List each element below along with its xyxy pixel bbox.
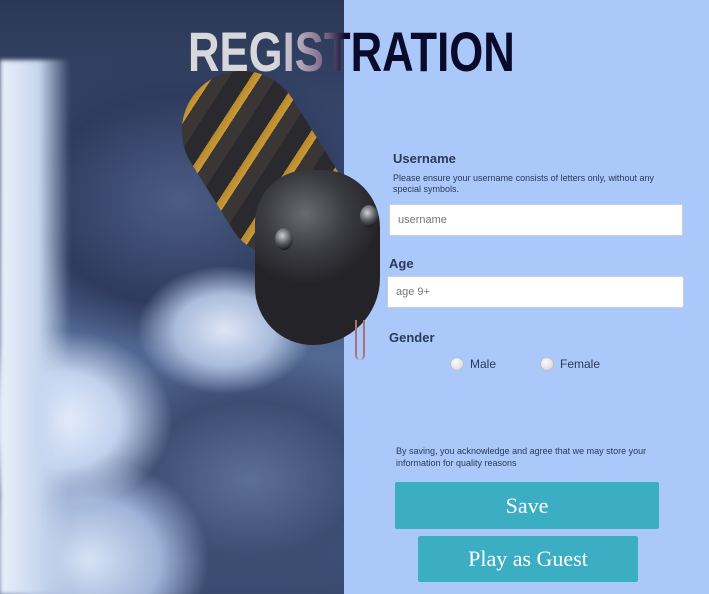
snake-tongue	[355, 320, 365, 360]
snake-eye-left	[275, 228, 293, 250]
snake-eye-right	[360, 205, 378, 227]
gender-option-male-label: Male	[470, 357, 497, 371]
radio-button-icon[interactable]	[540, 357, 554, 371]
play-as-guest-button[interactable]: Play as Guest	[418, 536, 638, 582]
save-button[interactable]: Save	[395, 482, 659, 529]
username-label: Username	[393, 151, 456, 166]
radio-button-icon[interactable]	[450, 357, 464, 371]
username-hint: Please ensure your username consists of …	[393, 173, 654, 194]
storage-disclaimer: By saving, you acknowledge and agree tha…	[396, 446, 647, 468]
age-label: Age	[389, 256, 414, 271]
page-title: REGISTRATION	[75, 20, 628, 84]
gender-label: Gender	[389, 330, 435, 345]
gender-option-female-label: Female	[560, 357, 601, 371]
gender-radio-female[interactable]: Female	[540, 357, 600, 371]
username-input[interactable]	[389, 204, 683, 236]
snow-bank	[0, 60, 70, 594]
gender-radio-male[interactable]: Male	[450, 357, 496, 371]
snake-illustration-head	[255, 170, 380, 345]
age-input[interactable]	[387, 276, 684, 308]
